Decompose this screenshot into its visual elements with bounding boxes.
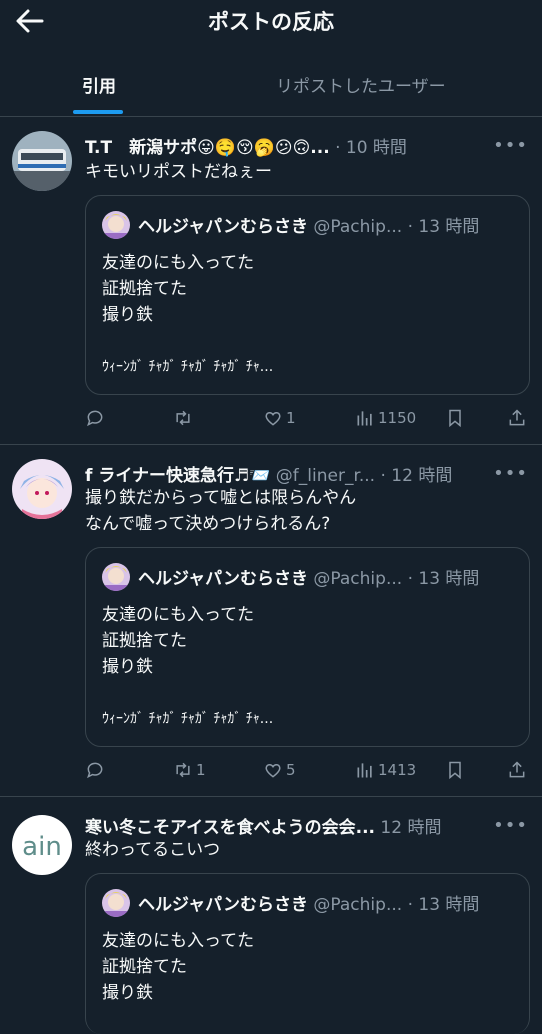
share-icon: [509, 409, 525, 426]
quoted-post-header: ヘルジャパンむらさき @Pachip... · 13 時間: [102, 563, 480, 593]
quoted-avatar: [102, 211, 130, 239]
reply-button[interactable]: [85, 406, 108, 430]
quoted-handle: @Pachip...: [313, 569, 403, 589]
like-button[interactable]: 5: [263, 758, 296, 782]
page-title: ポストの反応: [208, 10, 334, 34]
post-item[interactable]: f ライナー快速急行♬📨 @f_liner_r... · 12 時間 ••• 撮…: [0, 445, 542, 797]
post-text: 撮り鉄だからって嘘とは限らんやん なんで嘘って決めつけられるん?: [85, 488, 357, 534]
post-time[interactable]: · 12 時間: [381, 466, 453, 486]
reply-icon: [87, 410, 103, 427]
post-header: T.T 新潟サポ😛🤤😚🥱😕🙃... · 10 時間: [85, 133, 530, 158]
repost-button[interactable]: [173, 406, 196, 430]
quoted-handle: @Pachip...: [313, 217, 403, 237]
views-chart-icon: [357, 763, 372, 778]
quoted-post-header: ヘルジャパンむらさき @Pachip... · 13 時間: [102, 211, 480, 241]
more-options-icon[interactable]: •••: [493, 135, 528, 156]
quoted-post-header: ヘルジャパンむらさき @Pachip... · 13 時間: [102, 889, 480, 919]
quoted-time: · 13 時間: [407, 569, 480, 589]
display-name[interactable]: f ライナー快速急行♬📨: [85, 466, 270, 486]
post-item[interactable]: T.T 新潟サポ😛🤤😚🥱😕🙃... · 10 時間 ••• キモいリポストだねぇ…: [0, 117, 542, 445]
action-bar: 1 5 1413: [85, 758, 530, 782]
quoted-display-name: ヘルジャパンむらさき: [138, 569, 308, 589]
quoted-avatar: [102, 889, 130, 917]
quoted-text-tail: ｳｨｰﾝｶﾞ ﾁｬｶﾞ ﾁｬｶﾞ ﾁｬｶﾞ ﾁｬ...: [102, 711, 274, 727]
display-name[interactable]: 寒い冬こそアイスを食べようの会会...: [85, 818, 375, 838]
quoted-text: 友達のにも入ってた 証拠捨てた 撮り鉄: [102, 605, 255, 677]
views-button[interactable]: 1150: [355, 406, 416, 430]
bookmark-button[interactable]: [445, 406, 468, 430]
quoted-text-tail: ｳｨｰﾝｶﾞ ﾁｬｶﾞ ﾁｬｶﾞ ﾁｬｶﾞ ﾁｬ...: [102, 359, 274, 375]
views-chart-icon: [357, 411, 372, 426]
tab-quotes[interactable]: 引用: [82, 72, 116, 97]
reply-icon: [87, 762, 103, 779]
quoted-display-name: ヘルジャパンむらさき: [138, 217, 308, 237]
bookmark-icon: [449, 409, 461, 428]
action-bar: 1 1150: [85, 406, 530, 430]
quoted-post[interactable]: ヘルジャパンむらさき @Pachip... · 13 時間 友達のにも入ってた …: [85, 195, 530, 395]
top-bar: ポストの反応: [0, 0, 542, 42]
tab-reposted-users[interactable]: リポストしたユーザー: [276, 72, 446, 97]
quoted-handle: @Pachip...: [313, 895, 403, 915]
svg-text:ain: ain: [22, 832, 62, 862]
avatar[interactable]: [12, 131, 72, 191]
views-button[interactable]: 1413: [355, 758, 416, 782]
quoted-post[interactable]: ヘルジャパンむらさき @Pachip... · 13 時間 友達のにも入ってた …: [85, 873, 530, 1034]
tab-bar: 引用 リポストしたユーザー: [0, 62, 542, 117]
share-icon: [509, 761, 525, 778]
avatar[interactable]: ain: [12, 815, 72, 875]
quoted-display-name: ヘルジャパンむらさき: [138, 895, 308, 915]
heart-icon: [265, 411, 281, 426]
post-header: f ライナー快速急行♬📨 @f_liner_r... · 12 時間: [85, 461, 530, 486]
post-header: 寒い冬こそアイスを食べようの会会... 12 時間: [85, 813, 530, 838]
share-button[interactable]: [507, 406, 530, 430]
active-tab-indicator: [73, 110, 123, 114]
bookmark-button[interactable]: [445, 758, 468, 782]
more-options-icon[interactable]: •••: [493, 463, 528, 484]
more-options-icon[interactable]: •••: [493, 815, 528, 836]
quoted-text: 友達のにも入ってた 証拠捨てた 撮り鉄: [102, 931, 255, 1003]
user-handle[interactable]: @f_liner_r...: [276, 466, 375, 486]
like-button[interactable]: 1: [263, 406, 296, 430]
post-text: 終わってるこいつ: [85, 840, 221, 860]
post-text: キモいリポストだねぇー: [85, 162, 272, 182]
reply-button[interactable]: [85, 758, 108, 782]
repost-icon: [176, 762, 190, 778]
share-button[interactable]: [507, 758, 530, 782]
quoted-time: · 13 時間: [407, 895, 480, 915]
repost-button[interactable]: 1: [173, 758, 206, 782]
quoted-avatar: [102, 563, 130, 591]
quoted-time: · 13 時間: [407, 217, 480, 237]
quoted-post[interactable]: ヘルジャパンむらさき @Pachip... · 13 時間 友達のにも入ってた …: [85, 547, 530, 747]
display-name[interactable]: T.T 新潟サポ😛🤤😚🥱😕🙃...: [85, 138, 330, 158]
post-item[interactable]: ain 寒い冬こそアイスを食べようの会会... 12 時間 ••• 終わってるこ…: [0, 797, 542, 1034]
avatar[interactable]: [12, 459, 72, 519]
quoted-text: 友達のにも入ってた 証拠捨てた 撮り鉄: [102, 253, 255, 325]
repost-icon: [176, 410, 190, 426]
heart-icon: [265, 763, 281, 778]
post-time[interactable]: · 10 時間: [335, 138, 407, 158]
post-time[interactable]: 12 時間: [380, 818, 441, 838]
bookmark-icon: [449, 761, 461, 780]
